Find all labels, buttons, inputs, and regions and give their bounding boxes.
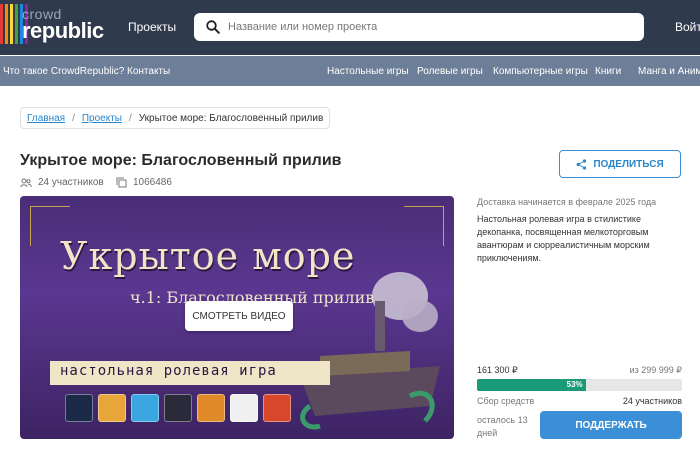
amount-raised: 161 300 ₽ [477,365,518,375]
award-badge [197,394,225,422]
time-left: осталось 13 дней [477,415,528,438]
nav-contacts[interactable]: Контакты [127,66,170,77]
nav-about[interactable]: Что такое CrowdRepublic? [3,66,124,77]
delivery-date: Доставка начинается в феврале 2025 года [477,197,657,207]
funding-label: Сбор средств [477,396,535,406]
award-badge [263,394,291,422]
search-input[interactable] [228,17,628,37]
search-box [194,13,644,41]
funding-progress-bar: 53% [477,379,682,391]
logo-bar [10,4,13,44]
share-button[interactable]: ПОДЕЛИТЬСЯ [559,150,681,178]
breadcrumb-separator: / [72,112,75,124]
award-badge [230,394,258,422]
award-badge [98,394,126,422]
breadcrumb: Главная / Проекты / Укрытое море: Благос… [20,107,331,129]
decorative-frame-corner [404,206,444,246]
backers-count: 24 участников [622,396,682,406]
copy-icon[interactable] [116,177,127,188]
breadcrumb-projects[interactable]: Проекты [82,113,122,124]
award-badges [65,394,291,422]
nav-rpg[interactable]: Ролевые игры [417,66,483,77]
logo-bar [0,4,3,44]
nav-manga-anime[interactable]: Манга и Аниме [638,66,700,77]
top-header: crowd republic Проекты Войти [0,0,700,55]
share-icon [576,158,587,170]
search-icon[interactable] [206,20,220,34]
progress-percent: 53% [566,380,583,389]
watch-video-button[interactable]: СМОТРЕТЬ ВИДЕО [185,301,293,331]
nav-projects-link[interactable]: Проекты [128,20,176,34]
share-label: ПОДЕЛИТЬСЯ [593,158,664,170]
site-logo[interactable]: crowd republic [0,4,110,48]
nav-board-games[interactable]: Настольные игры [327,66,409,77]
breadcrumb-home[interactable]: Главная [27,113,65,124]
project-description: Настольная ролевая игра в стилистике дек… [477,214,650,263]
page-title: Укрытое море: Благословенный прилив [20,152,342,169]
logo-bar [15,4,18,44]
category-nav: Что такое CrowdRepublic? Контакты Настол… [0,56,700,86]
steamship-illustration [300,272,440,430]
award-badge [164,394,192,422]
breadcrumb-separator: / [128,112,132,124]
logo-bar [5,4,8,44]
login-link[interactable]: Войти [675,20,700,34]
award-badge [65,394,93,422]
participants-meta: 24 участников [20,177,104,188]
funding-goal: из 299 999 ₽ [629,365,682,375]
logo-text-bottom: republic [22,18,104,43]
project-number: 1066486 [133,177,172,188]
project-number-meta: 1066486 [116,177,172,188]
support-button[interactable]: ПОДДЕРЖАТЬ [540,411,682,439]
nav-computer-games[interactable]: Компьютерные игры [493,66,588,77]
cover-strip-text: настольная ролевая игра [60,363,277,379]
award-badge [131,394,159,422]
people-icon [20,178,32,187]
nav-books[interactable]: Книги [595,66,621,77]
participants-count: 24 участников [38,177,104,188]
breadcrumb-current: Укрытое море: Благословенный прилив [138,112,324,124]
cover-title: Укрытое море [60,234,356,278]
project-cover-image: Укрытое море ч.1: Благословенный прилив … [20,196,454,439]
